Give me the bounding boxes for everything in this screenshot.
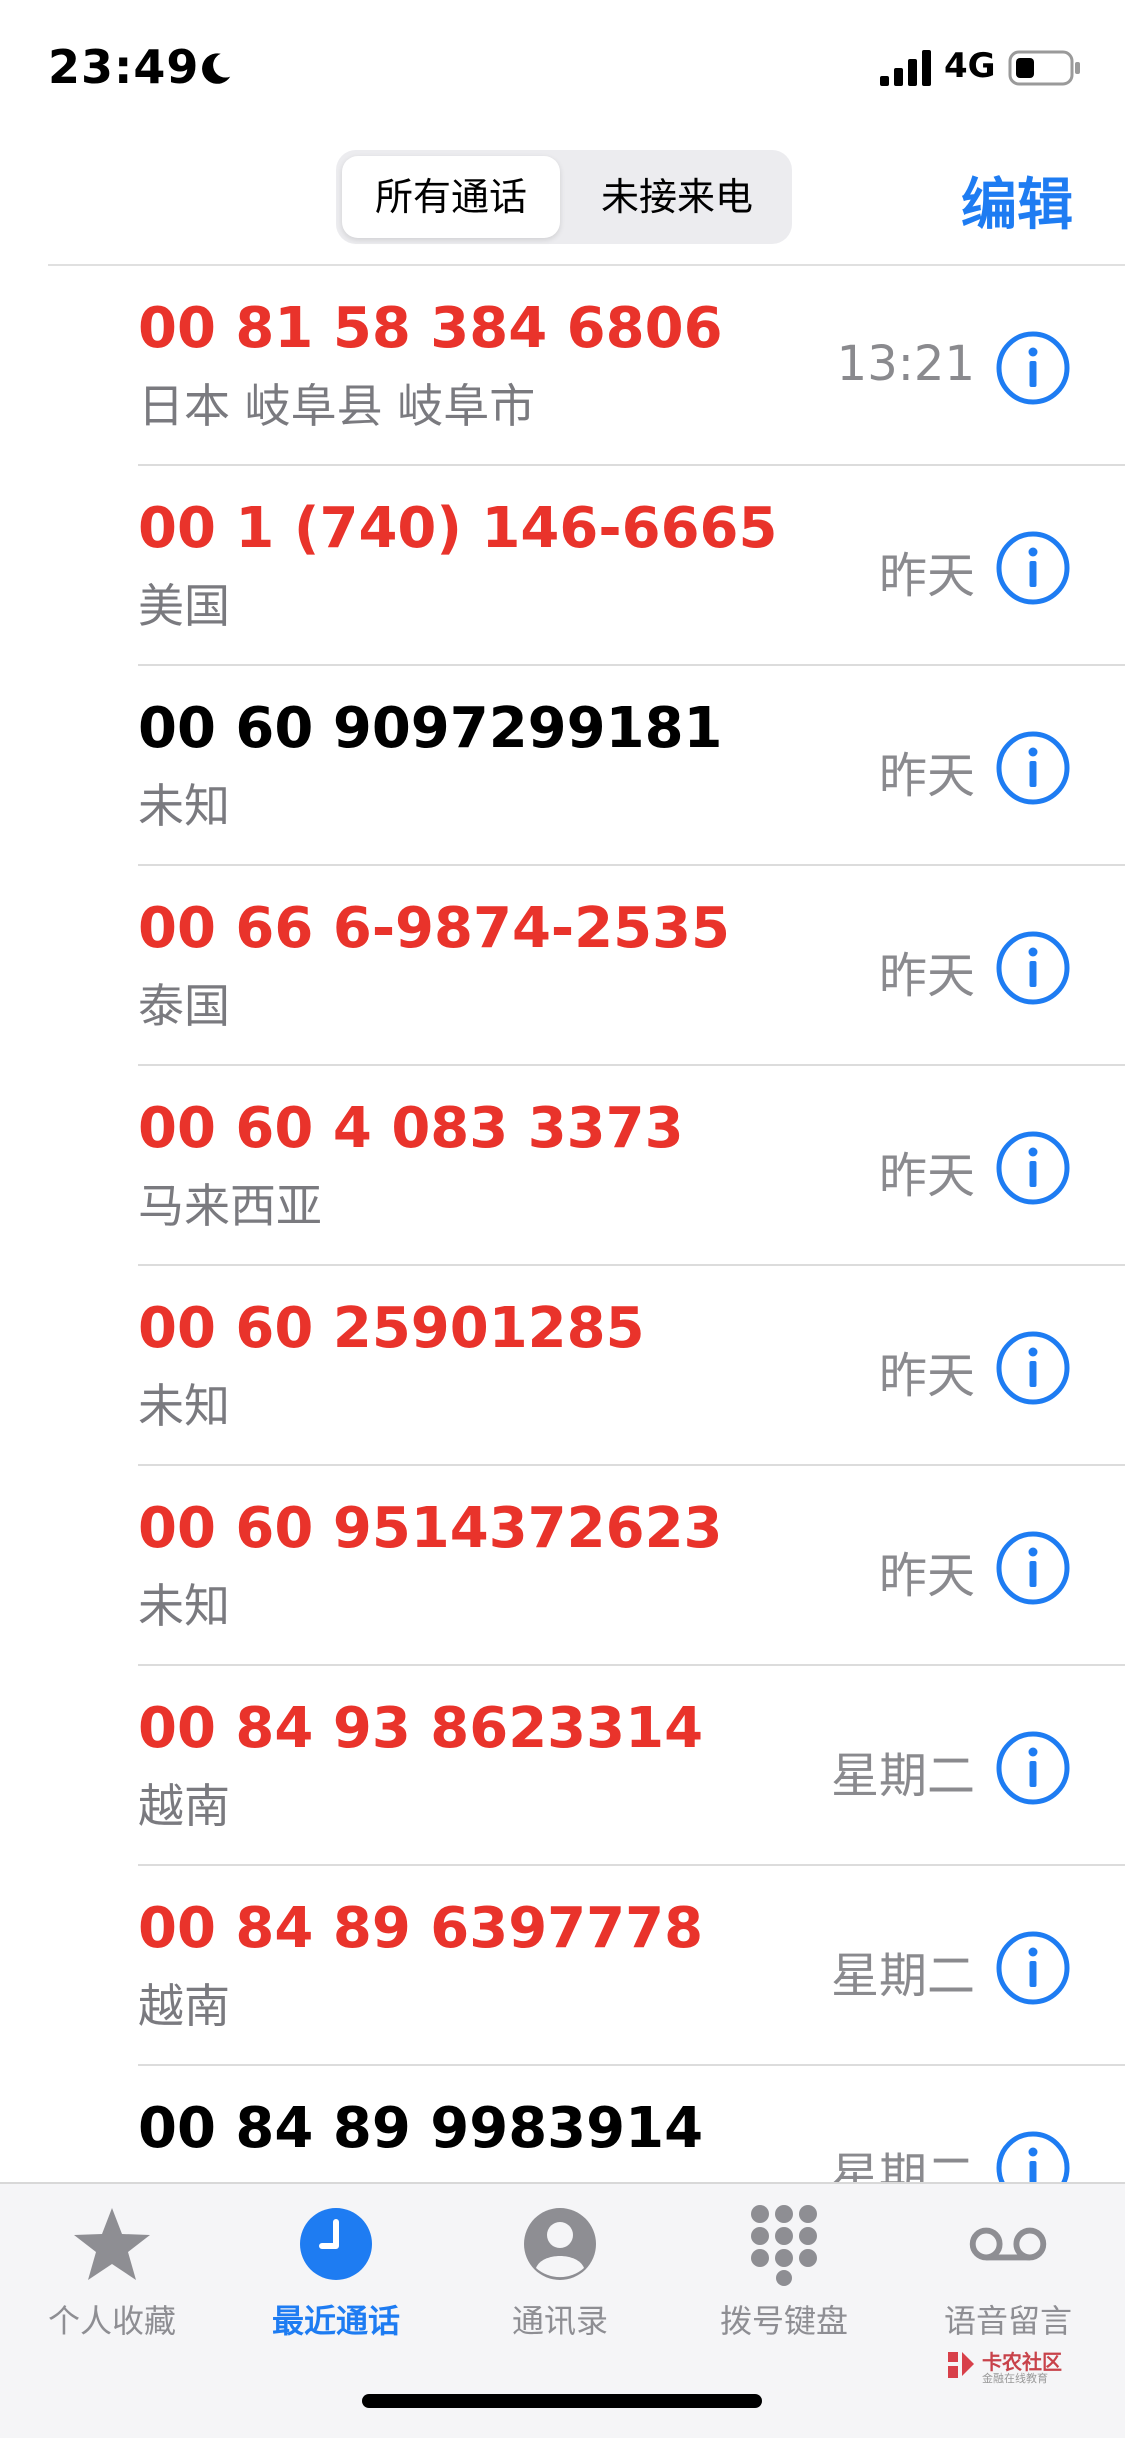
call-number: 00 84 93 8623314 — [138, 1696, 704, 1761]
call-time: 13:21 — [836, 336, 975, 392]
info-icon[interactable] — [995, 930, 1071, 1006]
call-number: 00 60 9514372623 — [138, 1496, 723, 1561]
call-number: 00 84 89 9983914 — [138, 2096, 704, 2161]
tab-label-contacts: 通讯录 — [511, 2302, 608, 2340]
info-icon[interactable] — [995, 1730, 1071, 1806]
tab-voicemail[interactable]: 语音留言 — [908, 2202, 1108, 2352]
battery-icon — [1008, 50, 1080, 86]
call-row[interactable]: 00 60 25901285 未知 昨天 — [0, 1266, 1125, 1466]
edit-button[interactable]: 编辑 — [961, 160, 1073, 241]
call-row[interactable]: 00 81 58 384 6806 日本 岐阜县 岐阜市 13:21 — [0, 266, 1125, 466]
call-location: 日本 岐阜县 岐阜市 — [138, 379, 536, 433]
tab-label-favorites: 个人收藏 — [47, 2302, 176, 2340]
info-icon[interactable] — [995, 1930, 1071, 2006]
watermark-logo-icon — [948, 2352, 974, 2378]
call-location: 未知 — [138, 779, 230, 833]
network-label: 4G — [944, 46, 996, 86]
info-icon[interactable] — [995, 730, 1071, 806]
call-time: 星期二 — [830, 1948, 975, 2004]
call-row[interactable]: 00 84 93 8623314 越南 星期二 — [0, 1666, 1125, 1866]
call-location: 越南 — [138, 1979, 230, 2033]
call-time: 昨天 — [878, 948, 975, 1004]
tab-label-voicemail: 语音留言 — [943, 2302, 1072, 2340]
info-icon[interactable] — [995, 2130, 1071, 2182]
call-row[interactable]: 00 60 4 083 3373 马来西亚 昨天 — [0, 1066, 1125, 1266]
star-icon — [74, 2208, 150, 2280]
watermark-subtitle: 金融在线教育 — [982, 2372, 1048, 2385]
call-time: 昨天 — [878, 548, 975, 604]
call-number: 00 60 25901285 — [138, 1296, 645, 1361]
tab-recents[interactable]: 最近通话 — [236, 2202, 436, 2352]
recents-list[interactable]: 00 81 58 384 6806 日本 岐阜县 岐阜市 13:21 00 1 (74… — [0, 266, 1125, 2182]
info-icon[interactable] — [995, 1330, 1071, 1406]
call-location: 美国 — [138, 579, 230, 633]
call-row[interactable]: 00 1 (740) 146-6665 美国 昨天 — [0, 466, 1125, 666]
segment-missed-calls[interactable]: 未接来电 — [568, 156, 786, 238]
status-time: 23:49 — [48, 40, 200, 94]
person-icon — [524, 2208, 596, 2280]
keypad-icon — [751, 2205, 817, 2286]
call-number: 00 1 (740) 146-6665 — [138, 496, 778, 561]
watermark: 卡农社区 金融在线教育 — [944, 2346, 1124, 2388]
tab-favorites[interactable]: 个人收藏 — [12, 2202, 212, 2352]
info-icon[interactable] — [995, 330, 1071, 406]
call-number: 00 66 6-9874-2535 — [138, 896, 731, 961]
call-filter-segmented-control: 所有通话 未接来电 — [336, 150, 792, 244]
info-icon[interactable] — [995, 1130, 1071, 1206]
call-location: 未知 — [138, 1579, 230, 1633]
call-location: 泰国 — [138, 979, 230, 1033]
home-indicator — [362, 2394, 762, 2408]
tab-label-recents: 最近通话 — [271, 2302, 400, 2340]
segment-all-calls[interactable]: 所有通话 — [342, 156, 560, 238]
info-icon[interactable] — [995, 1530, 1071, 1606]
call-number: 00 84 89 6397778 — [138, 1896, 704, 1961]
moon-icon — [202, 53, 231, 84]
call-number: 00 60 9097299181 — [138, 696, 723, 761]
call-row[interactable]: 00 60 9514372623 未知 昨天 — [0, 1466, 1125, 1666]
call-number: 00 60 4 083 3373 — [138, 1096, 684, 1161]
call-time: 昨天 — [878, 748, 975, 804]
call-time: 昨天 — [878, 1548, 975, 1604]
status-bar: 23:49 4G — [0, 0, 1125, 140]
call-row[interactable]: 00 60 9097299181 未知 昨天 — [0, 666, 1125, 866]
call-time: 星期二 — [830, 1748, 975, 1804]
call-row[interactable]: 00 66 6-9874-2535 泰国 昨天 — [0, 866, 1125, 1066]
call-row[interactable]: 00 84 89 9983914 越南 星期二 — [0, 2066, 1125, 2182]
call-location: 越南 — [138, 1779, 230, 1833]
info-icon[interactable] — [995, 530, 1071, 606]
call-time: 昨天 — [878, 1348, 975, 1404]
voicemail-icon — [969, 2227, 1047, 2261]
tab-label-keypad: 拨号键盘 — [719, 2302, 848, 2340]
call-time: 星期二 — [830, 2148, 975, 2182]
tab-contacts[interactable]: 通讯录 — [460, 2202, 660, 2352]
call-location: 越南 — [138, 2170, 230, 2182]
call-number: 00 81 58 384 6806 — [138, 296, 723, 361]
tab-keypad[interactable]: 拨号键盘 — [684, 2202, 884, 2352]
clock-icon — [300, 2208, 372, 2280]
call-location: 未知 — [138, 1379, 230, 1433]
signal-icon — [880, 50, 931, 86]
call-row[interactable]: 00 84 89 6397778 越南 星期二 — [0, 1866, 1125, 2066]
call-time: 昨天 — [878, 1148, 975, 1204]
call-location: 马来西亚 — [138, 1179, 322, 1233]
